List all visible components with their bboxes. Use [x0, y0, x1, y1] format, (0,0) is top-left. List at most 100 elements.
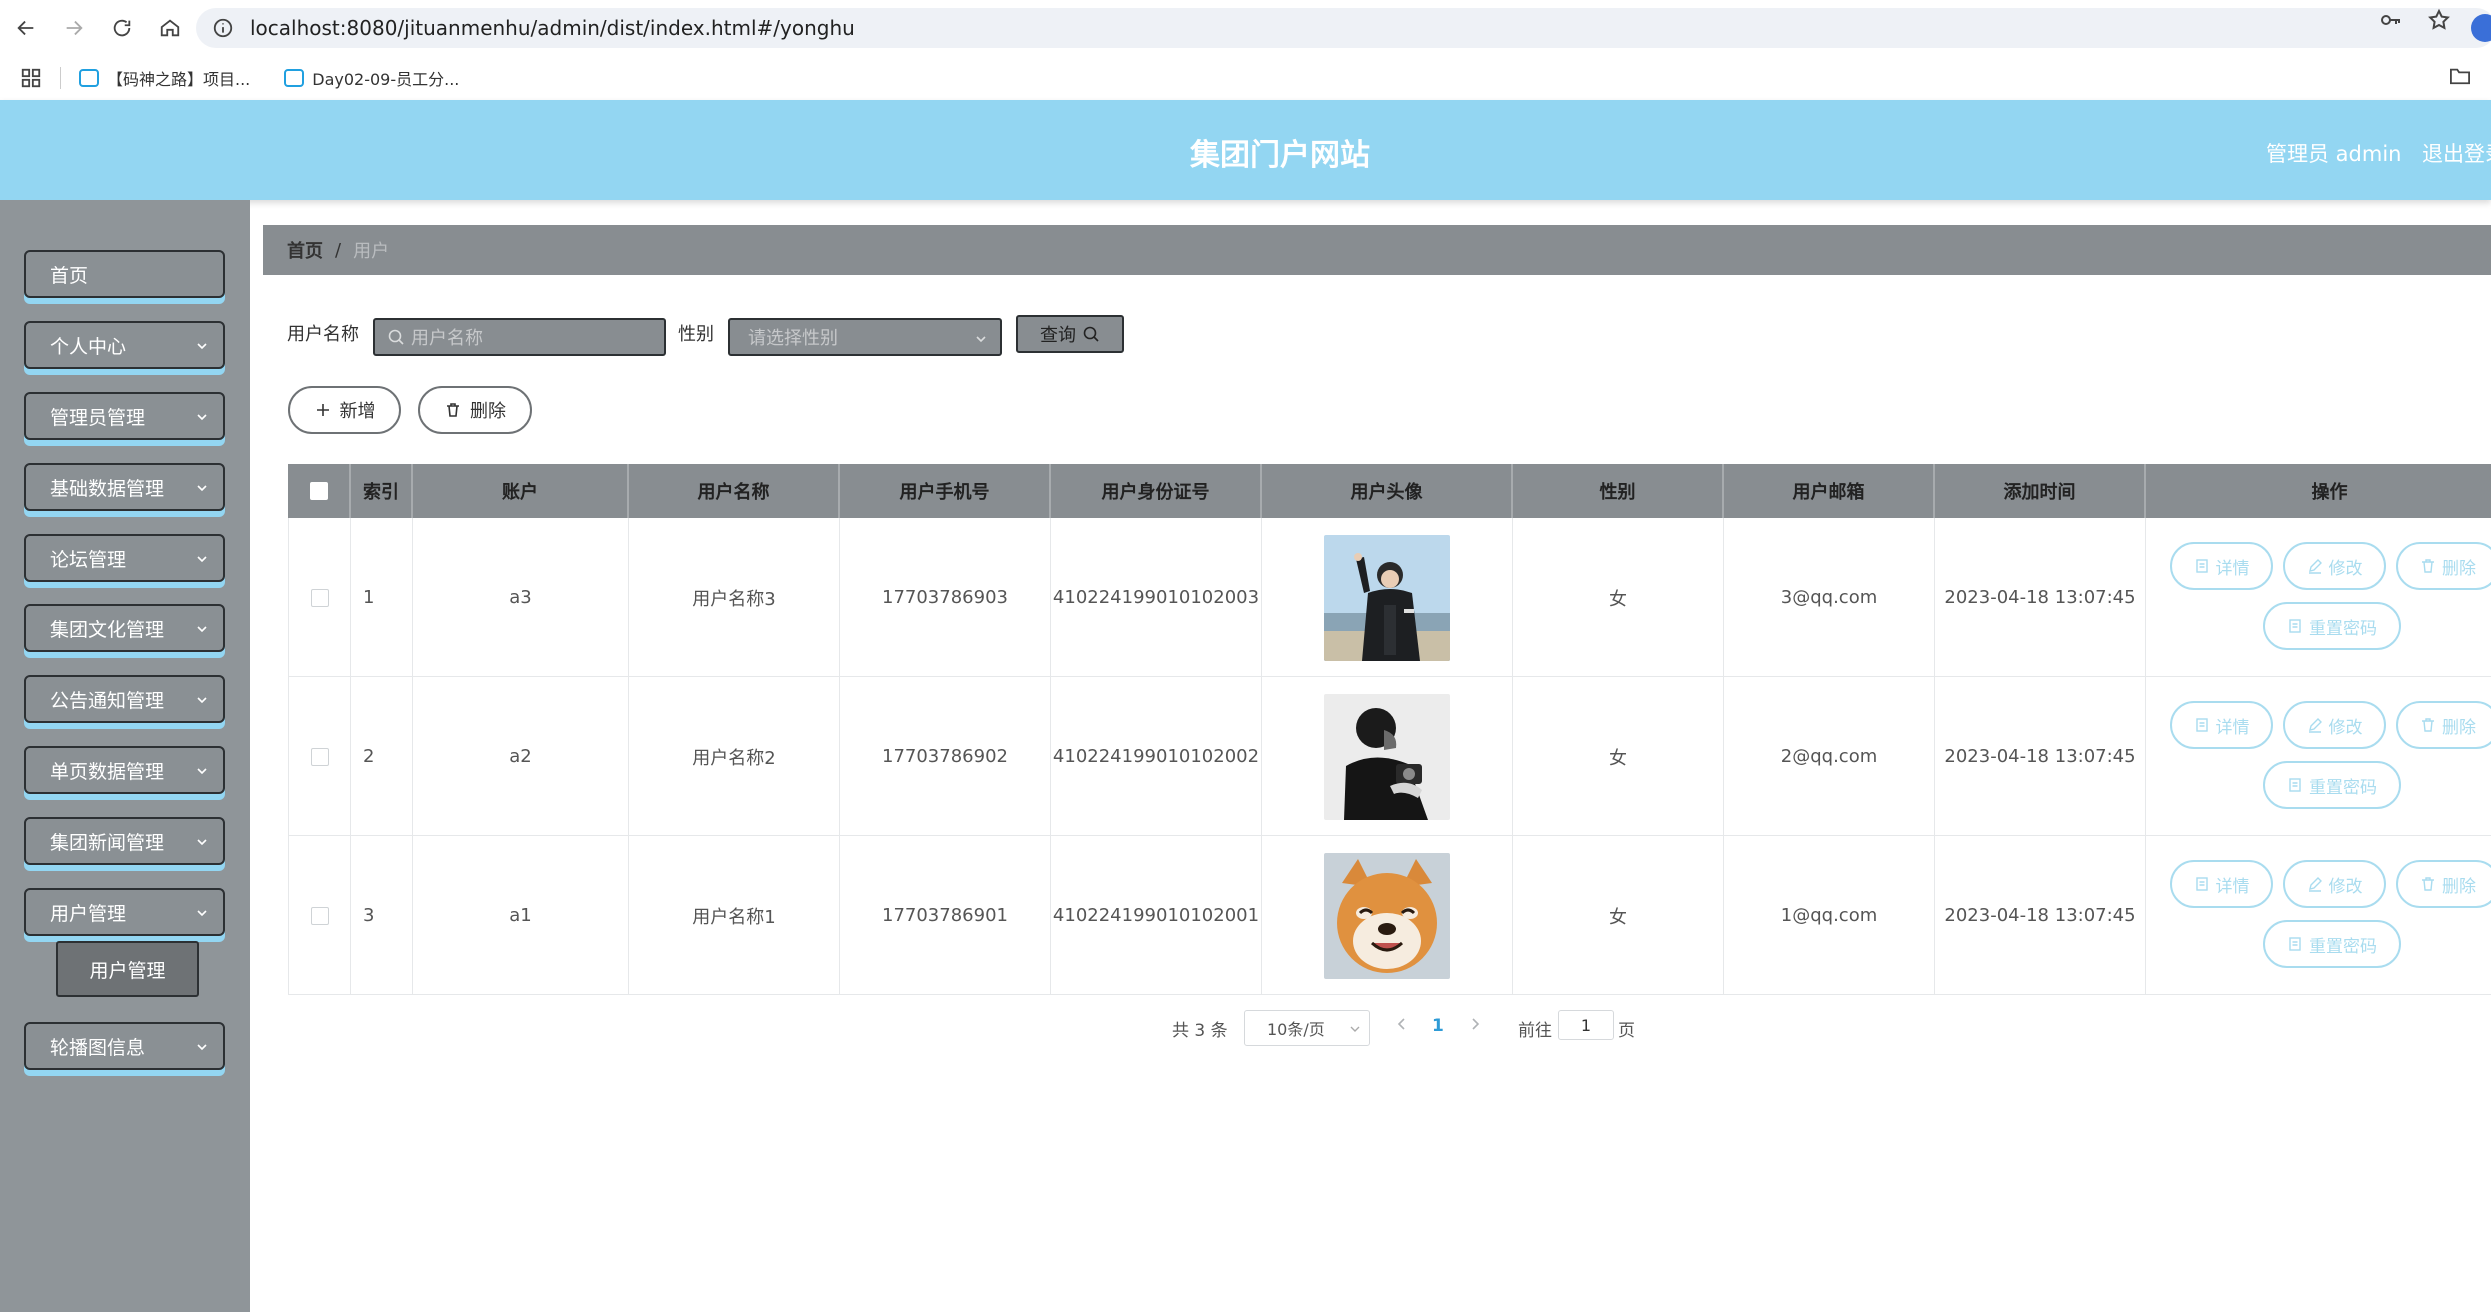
delete-button[interactable]: 删除	[2396, 860, 2491, 908]
detail-button[interactable]: 详情	[2170, 860, 2273, 908]
username-placeholder: 用户名称	[411, 328, 483, 349]
sidebar-item-basic-data[interactable]: 基础数据管理	[24, 463, 225, 511]
select-all-cell	[288, 464, 351, 518]
add-button[interactable]: 新增	[288, 386, 401, 434]
document-icon	[2195, 718, 2208, 732]
chevron-down-icon	[197, 697, 207, 704]
sidebar-item-users[interactable]: 用户管理	[24, 888, 225, 936]
detail-label: 详情	[2215, 558, 2250, 579]
detail-button[interactable]: 详情	[2170, 701, 2273, 749]
delete-button[interactable]: 删除	[2396, 542, 2491, 590]
current-user: 管理员 admin	[2266, 142, 2402, 166]
address-bar[interactable]: localhost:8080/jituanmenhu/admin/dist/in…	[196, 8, 2491, 48]
edit-icon	[2308, 559, 2322, 574]
edit-button[interactable]: 修改	[2283, 701, 2386, 749]
key-icon[interactable]	[2379, 8, 2403, 32]
gender-cell: 女	[1513, 836, 1724, 995]
reload-icon[interactable]	[100, 6, 144, 50]
sidebar-item-personal-center[interactable]: 个人中心	[24, 321, 225, 369]
trash-icon	[2422, 559, 2434, 573]
column-header: 性别	[1513, 464, 1724, 518]
batch-delete-button[interactable]: 删除	[418, 386, 532, 434]
goto-page-input[interactable]: 1	[1558, 1010, 1614, 1040]
sidebar-item-news[interactable]: 集团新闻管理	[24, 817, 225, 865]
edit-button[interactable]: 修改	[2283, 542, 2386, 590]
back-icon[interactable]	[4, 6, 48, 50]
column-header: 用户头像	[1262, 464, 1513, 518]
chevron-down-icon	[1350, 1026, 1360, 1032]
sidebar: 首页 个人中心 管理员管理 基础数据管理 论坛管理 集团文化管理 公告通知管理 …	[0, 200, 250, 1312]
forward-icon[interactable]	[52, 6, 96, 50]
sidebar-item-notice[interactable]: 公告通知管理	[24, 675, 225, 723]
query-label: 查询	[1040, 325, 1076, 346]
username-cell: 用户名称2	[629, 677, 840, 836]
query-button[interactable]: 查询	[1016, 315, 1124, 353]
monochrome-man-avatar[interactable]	[1324, 693, 1450, 820]
reset-password-label: 重置密码	[2309, 936, 2377, 957]
column-header: 用户邮箱	[1724, 464, 1935, 518]
sidebar-subitem-user-management[interactable]: 用户管理	[56, 941, 199, 997]
sidebar-item-home[interactable]: 首页	[24, 250, 225, 298]
young-man-avatar[interactable]	[1324, 534, 1450, 661]
site-info-icon[interactable]	[212, 17, 234, 39]
sidebar-item-forum[interactable]: 论坛管理	[24, 534, 225, 582]
bookmark-item[interactable]: 【码神之路】项目...	[79, 66, 250, 90]
breadcrumb-separator: /	[335, 239, 342, 261]
row-checkbox[interactable]	[310, 906, 329, 925]
folder-icon[interactable]	[2449, 66, 2471, 86]
chevron-right-icon[interactable]	[1467, 1016, 1483, 1032]
detail-label: 详情	[2215, 876, 2250, 897]
current-page-number[interactable]: 1	[1432, 1016, 1444, 1036]
sidebar-item-single-page[interactable]: 单页数据管理	[24, 746, 225, 794]
gender-select[interactable]: 请选择性别	[728, 318, 1002, 356]
account-cell: a3	[413, 518, 629, 677]
search-icon	[1083, 326, 1099, 342]
bookmarks-bar: 【码神之路】项目... Day02-09-员工分...	[0, 56, 2491, 100]
page-suffix: 页	[1618, 1021, 1635, 1041]
shiba-dog-avatar[interactable]	[1324, 852, 1450, 979]
table-row: 1 a3 用户名称3 17703786903 41022419901010200…	[288, 518, 2491, 677]
sidebar-item-label: 集团新闻管理	[50, 831, 165, 854]
reset-password-button[interactable]: 重置密码	[2263, 920, 2401, 968]
reset-password-button[interactable]: 重置密码	[2263, 761, 2401, 809]
gender-cell: 女	[1513, 518, 1724, 677]
column-header: 用户身份证号	[1051, 464, 1262, 518]
chevron-left-icon[interactable]	[1394, 1016, 1410, 1032]
edit-icon	[2308, 718, 2322, 733]
ops-cell: 详情 修改 删除 重置密码	[2146, 677, 2491, 836]
username-search-input[interactable]: 用户名称	[373, 318, 666, 356]
delete-button[interactable]: 删除	[2396, 701, 2491, 749]
row-checkbox[interactable]	[310, 747, 329, 766]
sidebar-item-culture[interactable]: 集团文化管理	[24, 604, 225, 652]
apps-grid-icon[interactable]	[20, 67, 42, 89]
row-checkbox[interactable]	[310, 588, 329, 607]
time-cell: 2023-04-18 13:07:45	[1935, 836, 2146, 995]
app-header: 集团门户网站 管理员 admin 退出登录	[0, 100, 2491, 200]
profile-icon[interactable]	[2471, 14, 2491, 42]
logout-link[interactable]: 退出登录	[2422, 138, 2491, 168]
edit-button[interactable]: 修改	[2283, 860, 2386, 908]
delete-label: 删除	[2442, 558, 2476, 579]
sidebar-item-admin-management[interactable]: 管理员管理	[24, 392, 225, 440]
select-all-checkbox[interactable]	[309, 482, 328, 500]
reset-password-button[interactable]: 重置密码	[2263, 602, 2401, 650]
user-table: 索引 账户 用户名称 用户手机号 用户身份证号 用户头像 性别 用户邮箱 添加时…	[288, 464, 2491, 995]
chevron-down-icon	[976, 336, 986, 343]
sidebar-item-label: 基础数据管理	[50, 477, 165, 500]
url-text: localhost:8080/jituanmenhu/admin/dist/in…	[250, 16, 855, 40]
bilibili-icon	[79, 69, 99, 87]
column-header: 操作	[2311, 482, 2348, 503]
page-size-select[interactable]: 10条/页	[1244, 1010, 1370, 1046]
home-icon[interactable]	[148, 6, 192, 50]
bookmark-label: 【码神之路】项目...	[107, 70, 251, 89]
email-cell: 3@qq.com	[1724, 518, 1935, 677]
document-icon	[2289, 778, 2301, 792]
trash-icon	[2422, 877, 2434, 891]
total-count: 共 3 条	[1172, 1021, 1228, 1041]
bookmark-item[interactable]: Day02-09-员工分...	[284, 66, 459, 90]
browser-toolbar: localhost:8080/jituanmenhu/admin/dist/in…	[0, 0, 2491, 56]
breadcrumb-home[interactable]: 首页	[287, 237, 323, 263]
detail-button[interactable]: 详情	[2170, 542, 2273, 590]
table-header: 索引 账户 用户名称 用户手机号 用户身份证号 用户头像 性别 用户邮箱 添加时…	[288, 464, 2491, 518]
star-icon[interactable]	[2427, 8, 2451, 32]
